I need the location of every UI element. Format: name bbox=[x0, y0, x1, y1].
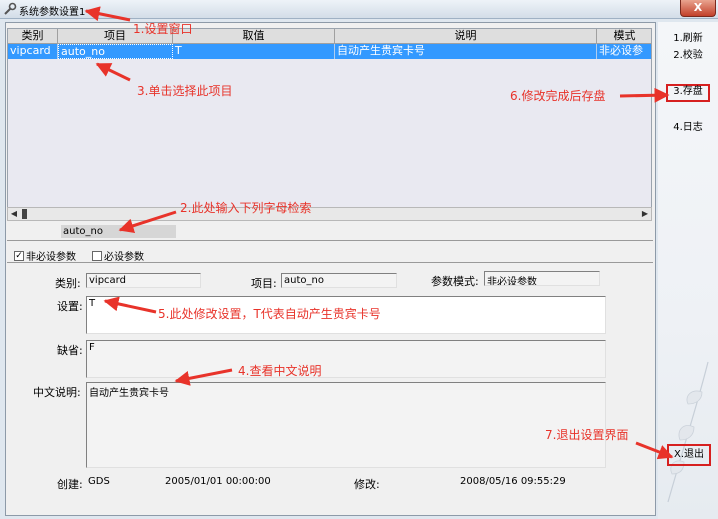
cell-description[interactable]: 自动产生贵宾卡号 bbox=[335, 44, 597, 59]
scroll-right-icon[interactable]: ▶ bbox=[639, 208, 651, 220]
divider bbox=[7, 262, 653, 263]
divider bbox=[7, 240, 653, 241]
log-button[interactable]: 4.日志 bbox=[666, 120, 710, 136]
search-input[interactable] bbox=[61, 225, 176, 238]
column-header-mode[interactable]: 模式 bbox=[597, 29, 651, 44]
description-label: 中文说明: bbox=[33, 386, 81, 399]
refresh-button[interactable]: 1.刷新 bbox=[666, 31, 710, 47]
window-title: 系统参数设置1 bbox=[19, 7, 86, 18]
modified-label: 修改: bbox=[354, 478, 380, 491]
grid-header: 类别 项目 取值 说明 模式 bbox=[8, 29, 651, 44]
category-field: vipcard bbox=[86, 273, 201, 288]
annotation-6: 6.修改完成后存盘 bbox=[510, 89, 606, 103]
annotation-1: 1.设置窗口 bbox=[133, 22, 193, 36]
required-params-checkbox[interactable]: 必设参数 bbox=[92, 248, 144, 263]
horizontal-scrollbar[interactable]: ◀ ▶ bbox=[7, 207, 652, 221]
column-header-category[interactable]: 类别 bbox=[8, 29, 58, 44]
item-field: auto_no bbox=[281, 273, 397, 288]
default-label: 缺省: bbox=[57, 344, 83, 357]
cell-category[interactable]: vipcard bbox=[8, 44, 58, 59]
floral-decoration-icon bbox=[667, 361, 709, 503]
close-button[interactable]: X bbox=[680, 0, 716, 17]
cell-item[interactable]: auto_no bbox=[58, 44, 173, 59]
annotation-7: 7.退出设置界面 bbox=[545, 428, 629, 442]
checkbox-checked-icon[interactable]: ✓ bbox=[14, 250, 24, 261]
category-label: 类别: bbox=[55, 277, 81, 290]
column-header-value[interactable]: 取值 bbox=[173, 29, 335, 44]
scroll-thumb[interactable] bbox=[22, 209, 27, 219]
created-label: 创建: bbox=[57, 478, 83, 491]
setting-label: 设置: bbox=[57, 300, 83, 313]
annotation-5: 5.此处修改设置，T代表自动产生贵宾卡号 bbox=[158, 307, 381, 321]
default-field: F bbox=[86, 340, 606, 378]
item-label: 项目: bbox=[251, 277, 277, 290]
optional-params-checkbox[interactable]: ✓ 非必设参数 bbox=[14, 248, 76, 263]
cell-value[interactable]: T bbox=[173, 44, 335, 59]
created-by: GDS bbox=[88, 476, 110, 487]
description-field: 自动产生贵宾卡号 bbox=[86, 382, 606, 468]
mode-field: 非必设参数 bbox=[484, 271, 600, 286]
cell-mode[interactable]: 非必设参 bbox=[597, 44, 651, 59]
annotation-4: 4.查看中文说明 bbox=[238, 364, 322, 378]
mode-label: 参数模式: bbox=[431, 275, 479, 288]
verify-button[interactable]: 2.校验 bbox=[666, 48, 710, 64]
annotation-2: 2.此处输入下列字母检索 bbox=[180, 201, 312, 215]
save-button[interactable]: 3.存盘 bbox=[666, 84, 710, 102]
title-bar: 系统参数设置1 bbox=[0, 0, 718, 19]
exit-button[interactable]: X.退出 bbox=[667, 444, 711, 466]
column-header-description[interactable]: 说明 bbox=[335, 29, 597, 44]
checkbox-unchecked-icon[interactable] bbox=[92, 250, 102, 261]
annotation-3: 3.单击选择此项目 bbox=[137, 84, 233, 98]
created-time: 2005/01/01 00:00:00 bbox=[165, 476, 271, 487]
wrench-icon bbox=[4, 2, 17, 15]
scroll-left-icon[interactable]: ◀ bbox=[8, 208, 20, 220]
table-row[interactable]: vipcard auto_no T 自动产生贵宾卡号 非必设参 bbox=[8, 44, 651, 59]
modified-time: 2008/05/16 09:55:29 bbox=[460, 476, 566, 487]
parameter-grid: 类别 项目 取值 说明 模式 vipcard auto_no T 自动产生贵宾卡… bbox=[7, 28, 652, 221]
